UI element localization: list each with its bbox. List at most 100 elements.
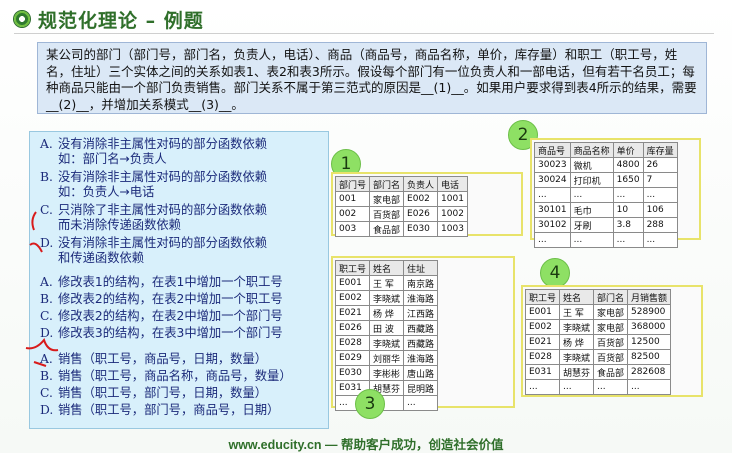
table3: 职工号 姓名 住址 E001 王 军南京路 E002 李晓斌 淮海路 E021 杨 烨江西路… xyxy=(334,260,439,411)
table-row: E002 李晓斌 家电部 368000 xyxy=(524,319,672,335)
table-cell: 106 xyxy=(642,202,678,218)
table-cell: 82500 xyxy=(627,349,672,365)
table-cell: 西藏路 xyxy=(403,320,439,336)
table-cell: ... xyxy=(593,379,629,395)
table-cell: ... xyxy=(569,232,614,248)
table-cell: 田 波 xyxy=(369,320,405,336)
table-cell: ... xyxy=(524,379,561,395)
table-cell: E021 xyxy=(334,305,371,321)
table-cell: 003 xyxy=(334,221,371,237)
option-text: 修改表2的结构，在表2中增加一个职工号 xyxy=(58,292,283,306)
table-row: E028 李晓斌 西藏路 xyxy=(334,335,439,351)
table-row: E031 胡慧芬 食品部 282608 xyxy=(524,364,672,380)
column-header: 姓名 xyxy=(559,289,595,305)
table-cell: 王 军 xyxy=(559,304,595,320)
table-row: E031 胡慧芬 昆明路 xyxy=(334,380,439,396)
table-cell: 3.8 xyxy=(612,217,644,233)
table2-box: 商品号 商品名称 单价 库存量 30023 微机 4800 26 30024 打印机 1650 7… xyxy=(530,138,701,248)
table-cell: ... xyxy=(627,379,672,395)
table-cell: 李晓斌 xyxy=(559,349,595,365)
option-text: 销售（职工号，商品号，日期，数量） xyxy=(58,352,268,366)
table-cell: 家电部 xyxy=(593,304,629,320)
column-header: 职工号 xyxy=(524,289,561,305)
page-title: 规范化理论 – 例题 xyxy=(38,9,204,32)
table-row: ............ xyxy=(534,232,678,248)
table-cell: 李彬彬 xyxy=(369,365,405,381)
table-row: 30024 打印机 1650 7 xyxy=(534,172,678,188)
table-cell: 胡慧芬 xyxy=(559,364,595,380)
table-cell: 288 xyxy=(642,217,678,233)
table-cell: E002 xyxy=(403,191,439,207)
option-text: 只消除了非主属性对码的部分函数依赖 xyxy=(58,203,268,217)
table-cell: 002 xyxy=(334,206,371,222)
question-box: 某公司的部门（部门号，部门名，负责人，电话）、商品（商品号，商品名称，单价，库存… xyxy=(37,42,707,114)
table-cell: E026 xyxy=(403,206,439,222)
table-cell: ... xyxy=(612,232,644,248)
table-cell: ... xyxy=(642,187,678,203)
table-cell: 百货部 xyxy=(593,334,629,350)
option-q3-d: D. 销售（职工号，部门号，商品号，日期） xyxy=(40,403,279,418)
table-row: E026 田 波西藏路 xyxy=(334,320,439,336)
table2: 商品号 商品名称 单价 库存量 30023 微机 4800 26 30024 打印机 1650 7… xyxy=(534,142,678,248)
table-row: 30101 毛巾 10 106 xyxy=(534,202,678,218)
table-cell: E029 xyxy=(334,350,371,366)
table-cell: 唐山路 xyxy=(403,365,439,381)
table-cell: 家电部 xyxy=(369,191,405,207)
table-cell: 001 xyxy=(334,191,371,207)
table-row: E029 刘丽华 淮海路 xyxy=(334,350,439,366)
table-cell: 30101 xyxy=(534,202,571,218)
table-cell: E001 xyxy=(524,304,561,320)
table-cell: E026 xyxy=(334,320,371,336)
option-key: D. xyxy=(40,403,54,417)
table-cell: E002 xyxy=(524,319,561,335)
table-cell: E021 xyxy=(524,334,561,350)
option-key: B. xyxy=(40,170,53,184)
table-cell: 368000 xyxy=(627,319,672,335)
table-cell: 30102 xyxy=(534,217,571,233)
table-cell: ... xyxy=(569,187,614,203)
table-cell: ... xyxy=(559,379,595,395)
column-header: 月销售额 xyxy=(627,289,672,305)
question-text: 某公司的部门（部门号，部门名，负责人，电话）、商品（商品号，商品名称，单价，库存… xyxy=(46,47,697,112)
table3-number-badge: 3 xyxy=(355,389,385,419)
table-row: 003 食品部 E030 1003 xyxy=(334,221,468,237)
option-text: 销售（职工号，商品名称，商品号，数量） xyxy=(58,369,292,383)
table-cell: ... xyxy=(534,232,571,248)
table-row: 002 百货部 E026 1002 xyxy=(334,206,468,222)
table-row: E002 李晓斌 淮海路 xyxy=(334,290,439,306)
table-cell: E030 xyxy=(334,365,371,381)
table-cell: 1002 xyxy=(437,206,468,222)
table-cell: 淮海路 xyxy=(403,290,439,306)
table-cell: 刘丽华 xyxy=(369,350,405,366)
table-header-row: 部门号 部门名 负责人 电话 xyxy=(334,176,468,192)
option-text: 没有消除非主属性对码的部分函数依赖 xyxy=(58,170,268,184)
gear-bullet-icon xyxy=(14,11,30,27)
table-cell: 李晓斌 xyxy=(559,319,595,335)
option-q1-b: B. 没有消除非主属性对码的部分函数依赖 xyxy=(40,170,267,185)
table1-box: 部门号 部门名 负责人 电话 001 家电部 E002 1001 002 百货部 E026 100… xyxy=(331,172,523,237)
option-q3-c: C. 销售（职工号，部门号，日期，数量） xyxy=(40,386,267,401)
table-cell: E001 xyxy=(334,275,371,291)
column-header: 部门名 xyxy=(369,176,405,192)
option-text: 没有消除非主属性对码的部分函数依赖 xyxy=(58,137,268,151)
table-row: 001 家电部 E002 1001 xyxy=(334,191,468,207)
option-text: 销售（职工号，部门号，商品号，日期） xyxy=(58,403,280,417)
table-cell: 百货部 xyxy=(593,349,629,365)
table-cell: 1003 xyxy=(437,221,468,237)
title-divider xyxy=(14,33,714,34)
slide: 规范化理论 – 例题 某公司的部门（部门号，部门名，负责人，电话）、商品（商品号… xyxy=(0,0,732,453)
table-cell: 江西路 xyxy=(403,305,439,321)
column-header: 商品号 xyxy=(534,142,571,158)
table-cell: 李晓斌 xyxy=(369,335,405,351)
column-header: 住址 xyxy=(403,260,439,276)
table-row: ............ xyxy=(534,187,678,203)
column-header: 姓名 xyxy=(369,260,405,276)
table-cell: 7 xyxy=(642,172,678,188)
table-cell: 西藏路 xyxy=(403,335,439,351)
option-q1-b-line2: 如：负责人→电话 xyxy=(58,185,155,199)
table-row: 30102 牙刷 3.8 288 xyxy=(534,217,678,233)
table-row: ............ xyxy=(524,379,672,395)
table-row: E021 杨 烨百货部 12500 xyxy=(524,334,672,350)
column-header: 部门号 xyxy=(334,176,371,192)
table-cell: 打印机 xyxy=(569,172,614,188)
